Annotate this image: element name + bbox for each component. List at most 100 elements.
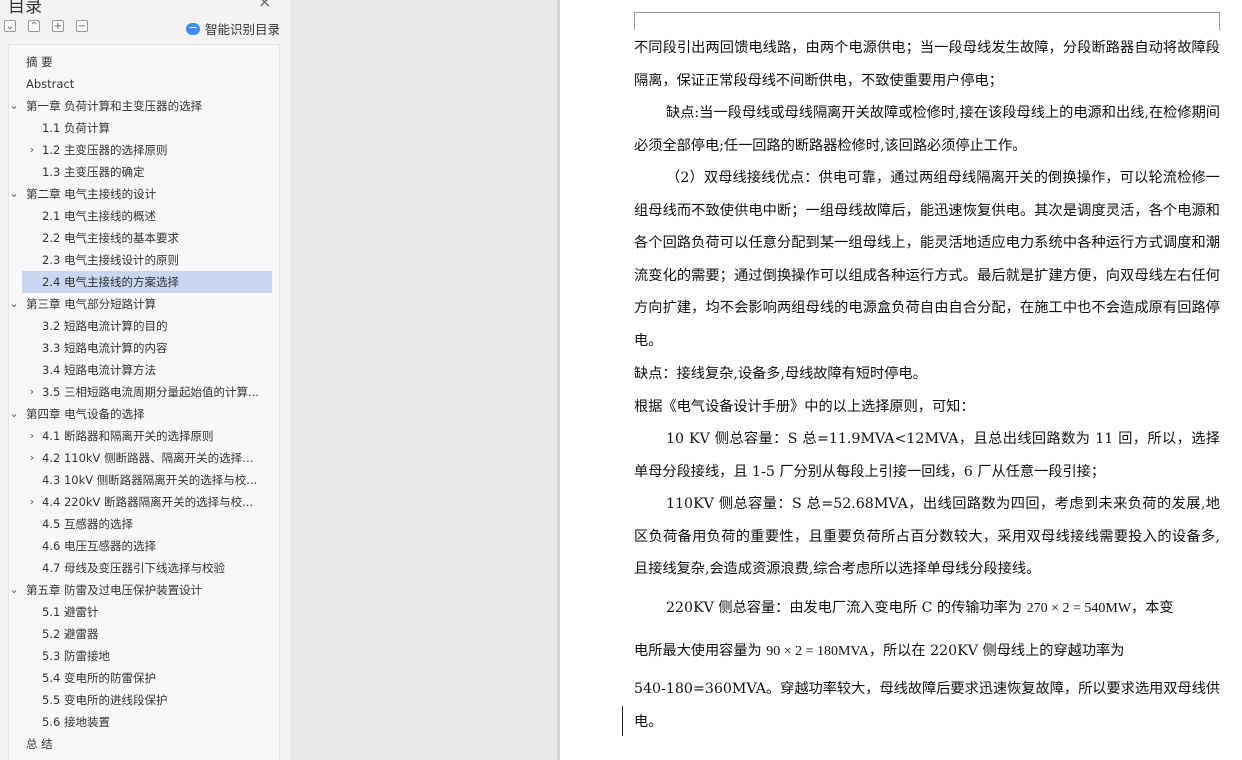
close-icon[interactable]: × [258, 0, 271, 11]
toc-item-label: 1.1 负荷计算 [42, 121, 110, 135]
chevron-down-icon[interactable]: ⌄ [8, 183, 20, 205]
toc-title: 目录 [8, 0, 42, 17]
toc-item-label: 总 结 [26, 737, 53, 751]
toc-section-item[interactable]: 2.1 电气主接线的概述 [22, 205, 272, 227]
toc-chapter-item[interactable]: 总 结 [22, 733, 272, 755]
toc-item-label: 3.2 短路电流计算的目的 [42, 319, 168, 333]
toc-chapter-item[interactable]: ⌄ 第四章 电气设备的选择 [9, 403, 272, 425]
smart-toc-button[interactable]: 智能识别目录 [186, 19, 280, 38]
toc-section-item[interactable]: 1.1 负荷计算 [22, 117, 272, 139]
formula: 270 × 2 = 540MW [1026, 601, 1132, 616]
chevron-down-icon[interactable]: ⌄ [8, 403, 20, 425]
margin-mark-left [634, 12, 635, 30]
toc-section-item[interactable]: 5.2 避雷器 [22, 623, 272, 645]
toc-section-item[interactable]: 5.1 避雷针 [22, 601, 272, 623]
toc-section-item[interactable]: 5.5 变电所的进线段保护 [22, 689, 272, 711]
toc-section-item[interactable]: 3.2 短路电流计算的目的 [22, 315, 272, 337]
toc-sidebar: 目录 × ⌄ ⌃ + − 智能识别目录 摘 要 Abstract ⌄ 第一章 负荷计算… [0, 0, 290, 760]
toc-section-item[interactable]: 2.4 电气主接线的方案选择 [22, 271, 272, 293]
toc-item-label: 3.4 短路电流计算方法 [42, 363, 156, 377]
margin-mark-right [1219, 12, 1220, 30]
chevron-right-icon[interactable]: › [26, 425, 38, 447]
chevron-right-icon[interactable]: › [26, 491, 38, 513]
paragraph: 10 KV 侧总容量：S 总=11.9MVA<12MVA，且总出线回路数为 11… [634, 431, 1220, 480]
text-run: ，本变 [1131, 600, 1174, 616]
toc-section-item[interactable]: › 4.2 110kV 侧断路器、隔离开关的选择与... [22, 447, 272, 469]
toc-item-label: 4.3 10kV 侧断路器隔离开关的选择与校... [42, 473, 258, 487]
toc-item-label: 5.5 变电所的进线段保护 [42, 693, 168, 707]
toc-section-item[interactable]: 3.3 短路电流计算的内容 [22, 337, 272, 359]
toc-item-label: 4.7 母线及变压器引下线选择与校验 [42, 561, 225, 575]
toc-section-item[interactable]: 5.4 变电所的防雷保护 [22, 667, 272, 689]
toc-item-label: 5.3 防雷接地 [42, 649, 110, 663]
paragraph-line: 电所最大使用容量为 90 × 2 = 180MVA，所以在 220KV 侧母线上… [634, 635, 1220, 669]
chevron-down-icon[interactable]: ⌄ [8, 95, 20, 117]
toc-item-label: 4.6 电压互感器的选择 [42, 539, 156, 553]
remove-icon[interactable]: − [76, 20, 88, 32]
paragraph: （2）双母线接线优点：供电可靠，通过两组母线隔离开关的倒换操作，可以轮流检修一组… [634, 170, 1220, 349]
toc-chapter-item[interactable]: ⌄ 第三章 电气部分短路计算 [9, 293, 272, 315]
toc-chapter-item[interactable]: 摘 要 [22, 51, 272, 73]
paragraph: 110KV 侧总容量：S 总=52.68MVA，出线回路数为四回，考虑到未来负荷… [634, 496, 1220, 578]
toc-item-label: 2.1 电气主接线的概述 [42, 209, 156, 223]
toc-section-item[interactable]: 2.2 电气主接线的基本要求 [22, 227, 272, 249]
toc-section-item[interactable]: 5.6 接地装置 [22, 711, 272, 733]
paragraph: 缺点：接线复杂,设备多,母线故障有短时停电。 [634, 366, 927, 382]
paragraph: 540-180=360MVA。穿越功率较大，母线故障后要求迅速恢复故障，所以要求… [634, 681, 1220, 730]
text-run: 电所最大使用容量为 [634, 643, 767, 659]
toc-item-label: 5.2 避雷器 [42, 627, 99, 641]
toc-section-item[interactable]: › 3.5 三相短路电流周期分量起始值的计算... [22, 381, 272, 403]
toc-item-label: 第五章 防雷及过电压保护装置设计 [26, 583, 203, 597]
document-page[interactable]: 不同段引出两回馈电线路，由两个电源供电；当一段母线发生故障，分段断路器自动将故障… [560, 0, 1242, 760]
expand-all-icon[interactable]: ⌃ [28, 20, 40, 32]
toc-item-label: 3.5 三相短路电流周期分量起始值的计算... [42, 385, 259, 399]
toc-section-item[interactable]: › 1.2 主变压器的选择原则 [22, 139, 272, 161]
toc-section-item[interactable]: 4.3 10kV 侧断路器隔离开关的选择与校... [22, 469, 272, 491]
toc-section-item[interactable]: 1.3 主变压器的确定 [22, 161, 272, 183]
toc-item-label: 第一章 负荷计算和主变压器的选择 [26, 99, 203, 113]
text-run: ，所以在 220KV 侧母线上的穿越功率为 [868, 643, 1125, 659]
toc-item-label: 4.4 220kV 断路器隔离开关的选择与校... [42, 495, 254, 509]
toc-item-label: 4.5 互感器的选择 [42, 517, 133, 531]
paragraph: 根据《电气设备设计手册》中的以上选择原则，可知： [634, 399, 975, 415]
smart-toc-label: 智能识别目录 [205, 22, 281, 37]
chevron-down-icon[interactable]: ⌄ [8, 579, 20, 601]
header-rule [634, 12, 1220, 13]
toc-section-item[interactable]: 4.6 电压互感器的选择 [22, 535, 272, 557]
toc-section-item[interactable]: › 4.4 220kV 断路器隔离开关的选择与校... [22, 491, 272, 513]
toc-item-label: 第三章 电气部分短路计算 [26, 297, 157, 311]
toc-item-label: 1.3 主变压器的确定 [42, 165, 145, 179]
ai-icon [186, 22, 200, 35]
toc-chapter-item[interactable]: ⌄ 第二章 电气主接线的设计 [9, 183, 272, 205]
toc-section-item[interactable]: 2.3 电气主接线设计的原则 [22, 249, 272, 271]
toc-chapter-item[interactable]: ⌄ 第五章 防雷及过电压保护装置设计 [9, 579, 272, 601]
toc-chapter-item[interactable]: Abstract [22, 73, 272, 95]
toc-item-label: 2.2 电气主接线的基本要求 [42, 231, 179, 245]
toc-item-label: 4.1 断路器和隔离开关的选择原则 [42, 429, 214, 443]
paragraph: 缺点:当一段母线或母线隔离开关故障或检修时,接在该段母线上的电源和出线,在检修期… [634, 105, 1220, 154]
chevron-right-icon[interactable]: › [26, 139, 38, 161]
toc-item-label: 5.1 避雷针 [42, 605, 99, 619]
toc-item-label: 2.3 电气主接线设计的原则 [42, 253, 179, 267]
toc-chapter-item[interactable]: ⌄ 第一章 负荷计算和主变压器的选择 [9, 95, 272, 117]
workspace-gutter [290, 0, 558, 760]
chevron-right-icon[interactable]: › [26, 447, 38, 469]
toc-item-label: 3.3 短路电流计算的内容 [42, 341, 168, 355]
collapse-all-icon[interactable]: ⌄ [4, 20, 16, 32]
toc-section-item[interactable]: 4.7 母线及变压器引下线选择与校验 [22, 557, 272, 579]
toc-item-label: 5.4 变电所的防雷保护 [42, 671, 156, 685]
toc-item-label: 第四章 电气设备的选择 [26, 407, 145, 421]
toc-item-label: Abstract [26, 77, 75, 91]
chevron-down-icon[interactable]: ⌄ [8, 293, 20, 315]
toc-section-item[interactable]: 3.4 短路电流计算方法 [22, 359, 272, 381]
toc-section-item[interactable]: › 4.1 断路器和隔离开关的选择原则 [22, 425, 272, 447]
chevron-right-icon[interactable]: › [26, 381, 38, 403]
add-icon[interactable]: + [52, 20, 64, 32]
paragraph: 不同段引出两回馈电线路，由两个电源供电；当一段母线发生故障，分段断路器自动将故障… [634, 40, 1220, 89]
toc-item-label: 第二章 电气主接线的设计 [26, 187, 157, 201]
toc-section-item[interactable]: 4.5 互感器的选择 [22, 513, 272, 535]
toc-item-label: 1.2 主变压器的选择原则 [42, 143, 168, 157]
toc-item-label: 5.6 接地装置 [42, 715, 110, 729]
paragraph-line: 220KV 侧总容量：由发电厂流入变电所 C 的传输功率为 270 × 2 = … [634, 592, 1220, 626]
toc-section-item[interactable]: 5.3 防雷接地 [22, 645, 272, 667]
